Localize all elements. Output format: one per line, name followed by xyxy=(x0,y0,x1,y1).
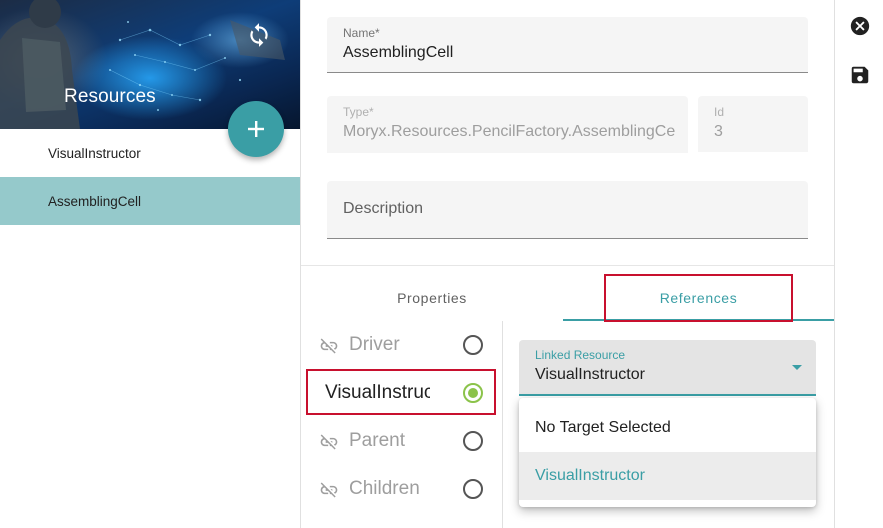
id-field-value: 3 xyxy=(714,123,723,140)
list-item-label: AssemblingCell xyxy=(48,193,142,209)
id-field-label: Id xyxy=(714,105,725,119)
name-field-label: Name* xyxy=(343,26,380,40)
sidebar-title: Resources xyxy=(64,86,156,107)
reference-item-label: Driver xyxy=(349,334,400,355)
reference-item-children[interactable]: Children xyxy=(302,466,500,514)
reference-item-label: Parent xyxy=(349,430,405,451)
name-field-value: AssemblingCell xyxy=(343,44,454,61)
tab-references-label: References xyxy=(659,290,738,306)
description-placeholder: Description xyxy=(343,200,424,217)
dropdown-arrow-icon xyxy=(792,365,802,370)
tab-properties-label: Properties xyxy=(397,290,467,306)
id-field: Id 3 xyxy=(698,96,808,152)
close-circle-icon[interactable] xyxy=(849,15,871,37)
linked-resource-label: Linked Resource xyxy=(535,348,626,362)
menu-item-no-target[interactable]: No Target Selected xyxy=(519,404,816,452)
add-icon xyxy=(248,121,264,137)
refresh-icon[interactable] xyxy=(246,22,272,48)
resources-sidebar: Resources VisualInstructor AssemblingCel… xyxy=(0,0,301,528)
type-field-label: Type* xyxy=(343,105,374,119)
name-field[interactable]: Name* AssemblingCell xyxy=(327,17,808,73)
reference-item-driver[interactable]: Driver xyxy=(302,322,500,370)
reference-radio[interactable] xyxy=(463,431,483,451)
menu-item-visualinstructor[interactable]: VisualInstructor xyxy=(519,452,816,500)
save-icon[interactable] xyxy=(849,64,871,86)
link-off-icon xyxy=(320,338,338,354)
list-item-label: VisualInstructor xyxy=(48,145,141,161)
menu-item-label: VisualInstructor xyxy=(535,467,645,484)
tab-references[interactable]: References xyxy=(563,275,834,321)
reference-radio[interactable] xyxy=(463,335,483,355)
tab-active-indicator xyxy=(563,319,834,321)
link-off-icon xyxy=(320,482,338,498)
description-field[interactable]: Description xyxy=(327,181,808,239)
type-field-value: Moryx.Resources.PencilFactory.Assembling… xyxy=(343,123,675,140)
reference-item-visualinstructor[interactable]: VisualInstructor xyxy=(302,370,500,418)
list-item[interactable]: AssemblingCell xyxy=(0,177,300,225)
references-divider xyxy=(502,321,503,528)
linked-resource-select[interactable]: Linked Resource VisualInstructor xyxy=(519,340,816,396)
reference-item-label: VisualInstructor xyxy=(325,382,430,403)
section-divider xyxy=(301,265,834,266)
tab-properties[interactable]: Properties xyxy=(301,275,563,321)
add-resource-button[interactable] xyxy=(228,101,284,157)
link-off-icon xyxy=(320,434,338,450)
reference-item-parent[interactable]: Parent xyxy=(302,418,500,466)
reference-radio-checked[interactable] xyxy=(463,383,483,403)
menu-item-label: No Target Selected xyxy=(535,419,671,436)
type-field: Type* Moryx.Resources.PencilFactory.Asse… xyxy=(327,96,688,153)
linked-resource-value: VisualInstructor xyxy=(535,366,645,383)
linked-resource-menu: No Target Selected VisualInstructor xyxy=(519,398,816,507)
action-bar xyxy=(834,0,883,528)
reference-item-label: Children xyxy=(349,478,420,499)
reference-radio[interactable] xyxy=(463,479,483,499)
